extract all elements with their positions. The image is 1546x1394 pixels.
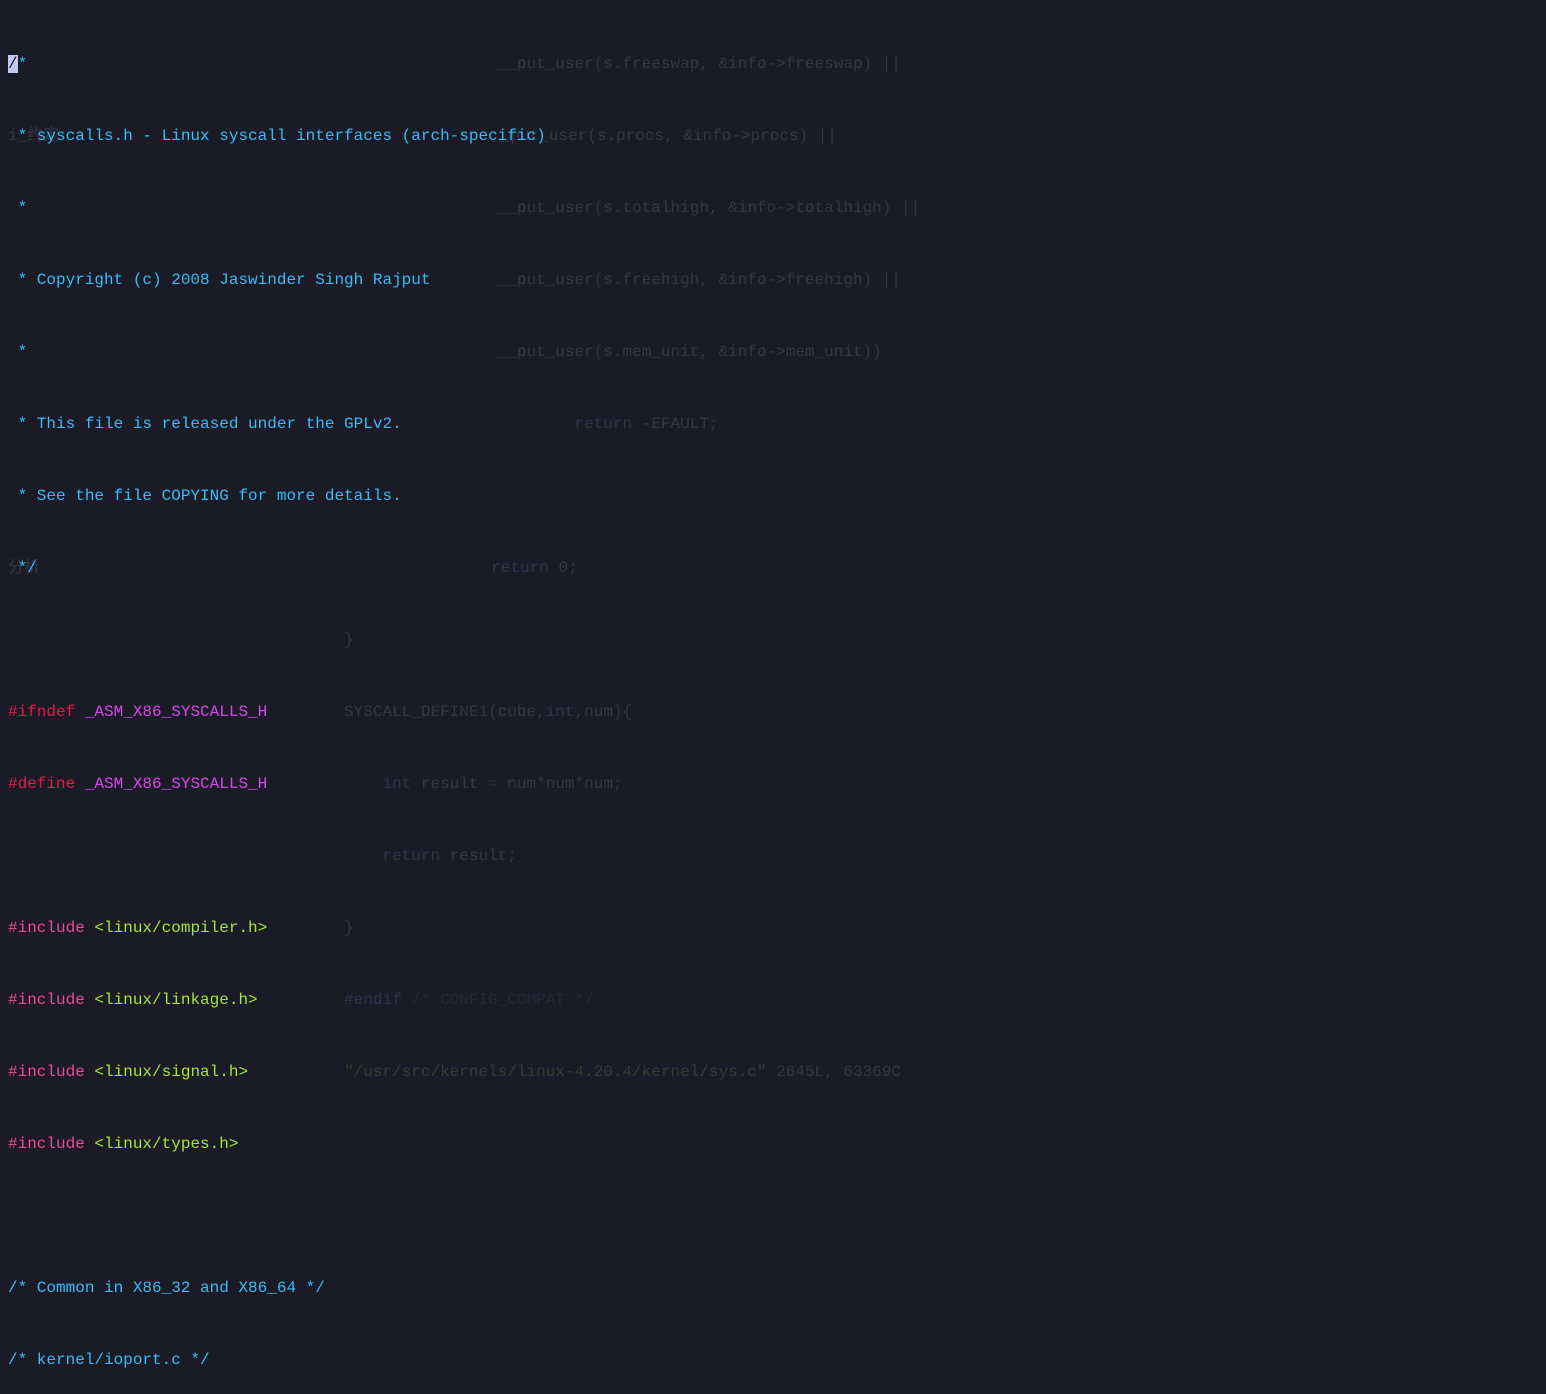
code-line <box>8 1204 1538 1228</box>
code-line: #include <linux/compiler.h> <box>8 916 1538 940</box>
code-line: */ <box>8 556 1538 580</box>
text-cursor: / <box>8 55 18 73</box>
code-line <box>8 844 1538 868</box>
code-line: #ifndef _ASM_X86_SYSCALLS_H <box>8 700 1538 724</box>
code-line: * This file is released under the GPLv2. <box>8 412 1538 436</box>
code-line: /* kernel/ioport.c */ <box>8 1348 1538 1372</box>
code-line: * <box>8 196 1538 220</box>
code-line <box>8 628 1538 652</box>
code-line: * <box>8 340 1538 364</box>
code-line: * syscalls.h - Linux syscall interfaces … <box>8 124 1538 148</box>
code-line: * See the file COPYING for more details. <box>8 484 1538 508</box>
code-line: /* Common in X86_32 and X86_64 */ <box>8 1276 1538 1300</box>
code-line: /* <box>8 52 1538 76</box>
code-line: #include <linux/signal.h> <box>8 1060 1538 1084</box>
code-editor[interactable]: /* * syscalls.h - Linux syscall interfac… <box>0 0 1546 1394</box>
code-line: * Copyright (c) 2008 Jaswinder Singh Raj… <box>8 268 1538 292</box>
code-line: #include <linux/linkage.h> <box>8 988 1538 1012</box>
code-line: #include <linux/types.h> <box>8 1132 1538 1156</box>
code-line: #define _ASM_X86_SYSCALLS_H <box>8 772 1538 796</box>
